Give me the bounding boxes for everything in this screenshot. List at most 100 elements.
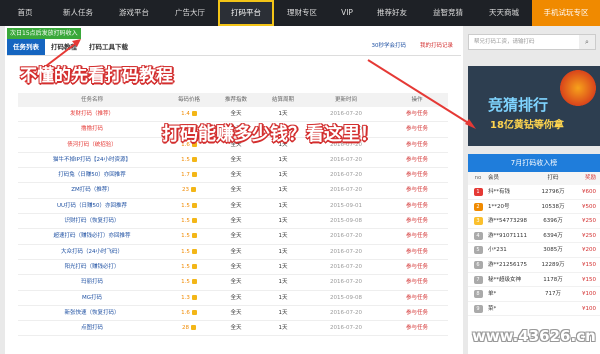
tab-tutorial[interactable]: 打码教程	[45, 39, 83, 55]
join-task-button[interactable]: 参与任务	[386, 260, 448, 274]
join-task-button[interactable]: 参与任务	[386, 245, 448, 259]
task-name[interactable]: UU打码（日赚50）亦回推荐	[18, 199, 166, 213]
task-updated: 2016-07-20	[330, 248, 362, 255]
rank-count: 717万	[545, 291, 561, 298]
task-name[interactable]: 发财打码（推荐）	[18, 107, 166, 121]
task-name[interactable]: 识财打码（恢复打码）	[18, 214, 166, 228]
nav-captcha-platform[interactable]: 打码平台	[218, 0, 274, 26]
task-settlement: 1天	[278, 294, 288, 301]
table-row: ZM打码（推荐） 23 全天 1天 2016-07-20 参与任务	[18, 183, 448, 199]
tab-tool-download[interactable]: 打码工具下载	[83, 39, 134, 55]
rank-count: 12796万	[541, 189, 565, 195]
join-task-button[interactable]: 参与任务	[386, 153, 448, 167]
task-price: 1.5	[166, 214, 212, 228]
search-input[interactable]: 帮兄打码工资，请输打码	[474, 35, 580, 49]
search-icon[interactable]: ⌕	[579, 35, 595, 49]
payout-notice: 次日15点后发放打码收入	[7, 28, 81, 39]
task-settlement: 1天	[278, 187, 288, 194]
task-name[interactable]: 猫牛不掉IP打码【24小时资源】	[18, 153, 166, 167]
task-name[interactable]: 点图打码	[18, 321, 166, 335]
ranking-title: 7月打码收入榜	[468, 154, 600, 172]
coin-icon	[191, 111, 197, 116]
nav-mobile-trial[interactable]: 手机试玩专区	[532, 0, 600, 26]
rank-count: 6396万	[543, 218, 563, 225]
nav-finance[interactable]: 理财专区	[274, 0, 330, 26]
task-name[interactable]: 阳光打码（赚钱必打）	[18, 260, 166, 274]
join-task-button[interactable]: 参与任务	[386, 291, 448, 305]
income-ranking: 7月打码收入榜 no 会员 打码 奖励 1 抖**有钱 12796万 ¥600 2 1**…	[468, 154, 600, 354]
ranking-row: 5 小*231 3085万 ¥200	[468, 243, 600, 258]
rank-member: 游**21256175	[488, 261, 527, 268]
col-price: 每码价格	[177, 97, 200, 103]
rank-reward: ¥200	[582, 247, 596, 254]
join-task-button[interactable]: 参与任务	[386, 214, 448, 228]
coin-icon	[191, 325, 196, 331]
rank-count: 10538万	[541, 203, 565, 210]
fire-icon	[560, 70, 596, 106]
task-updated: 2016-07-20	[330, 172, 362, 179]
table-row: 打码兔（日赚50）亦回推荐 1.7 全天 1天 2016-07-20 参与任务	[18, 168, 448, 184]
rank-number: 6	[468, 258, 488, 272]
rank-member: 1**20号	[488, 203, 510, 210]
task-settlement: 1天	[278, 279, 288, 286]
task-name[interactable]: 打码兔（日赚50）亦回推荐	[18, 168, 166, 182]
task-name[interactable]: 玛丽打码	[18, 275, 166, 289]
quiz-ranking-banner[interactable]: 竞猜排行 18亿黄钻等你拿	[468, 66, 600, 146]
banner-subtitle: 18亿黄钻等你拿	[490, 120, 564, 131]
rank-col-no: no	[474, 175, 482, 181]
task-name[interactable]: ZM打码（推荐）	[18, 183, 166, 197]
task-name[interactable]: 大众打码（24小时飞码）	[18, 245, 166, 259]
task-name[interactable]: 新张快速（恢复打码）	[18, 306, 166, 320]
task-updated: 2016-07-20	[330, 233, 362, 240]
task-settlement: 1天	[278, 325, 288, 332]
join-task-button[interactable]: 参与任务	[386, 107, 448, 121]
help-links: 30秒学会打码 我的打码记录	[371, 41, 453, 49]
rank-reward: ¥100	[582, 305, 596, 312]
join-task-button[interactable]: 参与任务	[386, 138, 448, 152]
task-updated: 2016-07-20	[330, 156, 362, 163]
task-rating: 全天	[230, 263, 242, 270]
join-task-button[interactable]: 参与任务	[386, 321, 448, 335]
nav-game-platform[interactable]: 游戏平台	[106, 0, 162, 26]
tab-task-list[interactable]: 任务列表	[7, 39, 45, 55]
join-task-button[interactable]: 参与任务	[386, 122, 448, 136]
rank-count: 12289万	[541, 261, 565, 268]
task-name[interactable]: MG打码	[18, 291, 166, 305]
table-row: 阳光打码（赚钱必打） 1.5 全天 1天 2016-07-20 参与任务	[18, 260, 448, 276]
nav-vip[interactable]: VIP	[330, 0, 364, 26]
nav-newbie-tasks[interactable]: 新人任务	[50, 0, 106, 26]
coin-icon	[191, 248, 197, 254]
join-task-button[interactable]: 参与任务	[386, 275, 448, 289]
join-task-button[interactable]: 参与任务	[386, 229, 448, 243]
ranking-row: 6 游**21256175 12289万 ¥150	[468, 258, 600, 273]
rank-col-count: 打码	[547, 175, 559, 181]
task-updated: 2015-09-01	[330, 202, 362, 209]
col-settlement: 结算周期	[271, 97, 294, 103]
nav-mall[interactable]: 天天商城	[476, 0, 532, 26]
coin-icon	[191, 279, 197, 285]
task-name[interactable]: 债河打码（统招验）	[18, 138, 166, 152]
coin-icon	[191, 294, 197, 300]
join-task-button[interactable]: 参与任务	[386, 168, 448, 182]
my-records-link[interactable]: 我的打码记录	[420, 41, 453, 49]
col-task-name: 任务名称	[80, 97, 103, 103]
nav-refer-friends[interactable]: 推荐好友	[364, 0, 420, 26]
task-settlement: 1天	[278, 233, 288, 240]
task-name[interactable]: 超速打码（赚钱必打）亦回推荐	[18, 229, 166, 243]
join-task-button[interactable]: 参与任务	[386, 183, 448, 197]
nav-ad-hall[interactable]: 广告大厅	[162, 0, 218, 26]
table-row: MG打码 1.3 全天 1天 2015-09-08 参与任务	[18, 291, 448, 306]
join-task-button[interactable]: 参与任务	[386, 306, 448, 320]
rank-reward: ¥100	[582, 291, 596, 298]
rank-reward: ¥250	[582, 232, 596, 239]
join-task-button[interactable]: 参与任务	[386, 199, 448, 213]
learn-captcha-link[interactable]: 30秒学会打码	[371, 41, 406, 49]
table-row: 超速打码（赚钱必打）亦回推荐 1.5 全天 1天 2016-07-20 参与任务	[18, 229, 448, 245]
task-name[interactable]: 撸撸打码	[18, 122, 166, 136]
rank-member: 游**91071111	[488, 232, 527, 239]
nav-home[interactable]: 首页	[0, 0, 50, 26]
task-rating: 全天	[230, 172, 242, 179]
ranking-row: 8 单* 717万 ¥100	[468, 287, 600, 302]
nav-quiz[interactable]: 益智竞猜	[420, 0, 476, 26]
tutorial-callout: 不懂的先看打码教程	[20, 66, 173, 86]
